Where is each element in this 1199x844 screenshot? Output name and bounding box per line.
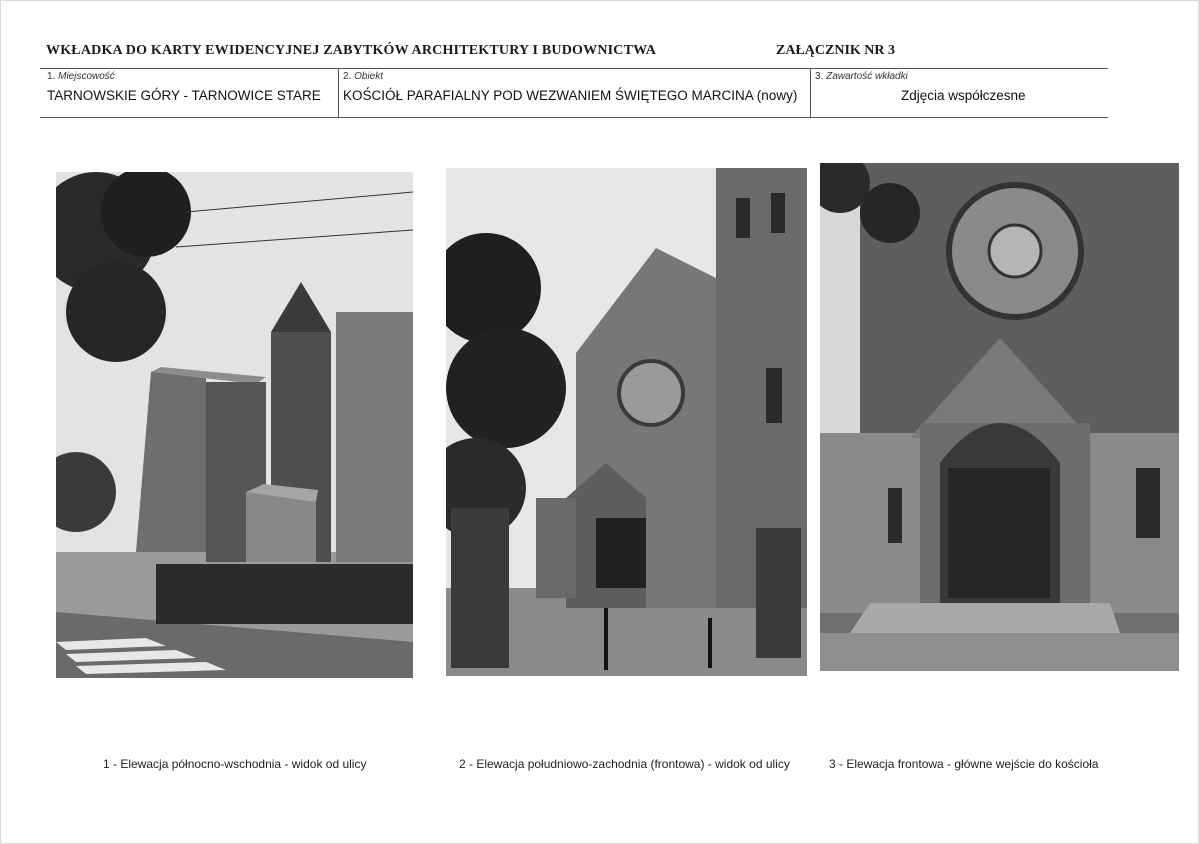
photo-2-caption: 2 - Elewacja południowo-zachodnia (front… bbox=[459, 757, 790, 771]
table-divider-1 bbox=[338, 68, 339, 118]
field-2-value: KOŚCIÓŁ PARAFIALNY POD WEZWANIEM ŚWIĘTEG… bbox=[343, 88, 798, 103]
table-divider-2 bbox=[810, 68, 811, 118]
document-title: WKŁADKA DO KARTY EWIDENCYJNEJ ZABYTKÓW A… bbox=[46, 43, 657, 58]
field-2-label: 2. Obiekt bbox=[343, 71, 384, 82]
photo-3 bbox=[820, 163, 1179, 671]
table-top-rule bbox=[40, 68, 1108, 69]
photo-1-caption: 1 - Elewacja północno-wschodnia - widok … bbox=[103, 757, 367, 771]
photo-2 bbox=[446, 168, 807, 676]
photo-1 bbox=[56, 172, 413, 678]
table-bottom-rule bbox=[40, 117, 1108, 118]
field-1-label: 1. Miejscowość bbox=[47, 71, 115, 82]
field-1-value: TARNOWSKIE GÓRY - TARNOWICE STARE bbox=[47, 88, 321, 103]
photo-3-caption: 3 - Elewacja frontowa - główne wejście d… bbox=[829, 757, 1099, 771]
field-3-label: 3. Zawartość wkładki bbox=[815, 71, 908, 82]
attachment-label: ZAŁĄCZNIK NR 3 bbox=[776, 43, 896, 58]
field-3-value: Zdjęcia współczesne bbox=[901, 88, 1026, 103]
